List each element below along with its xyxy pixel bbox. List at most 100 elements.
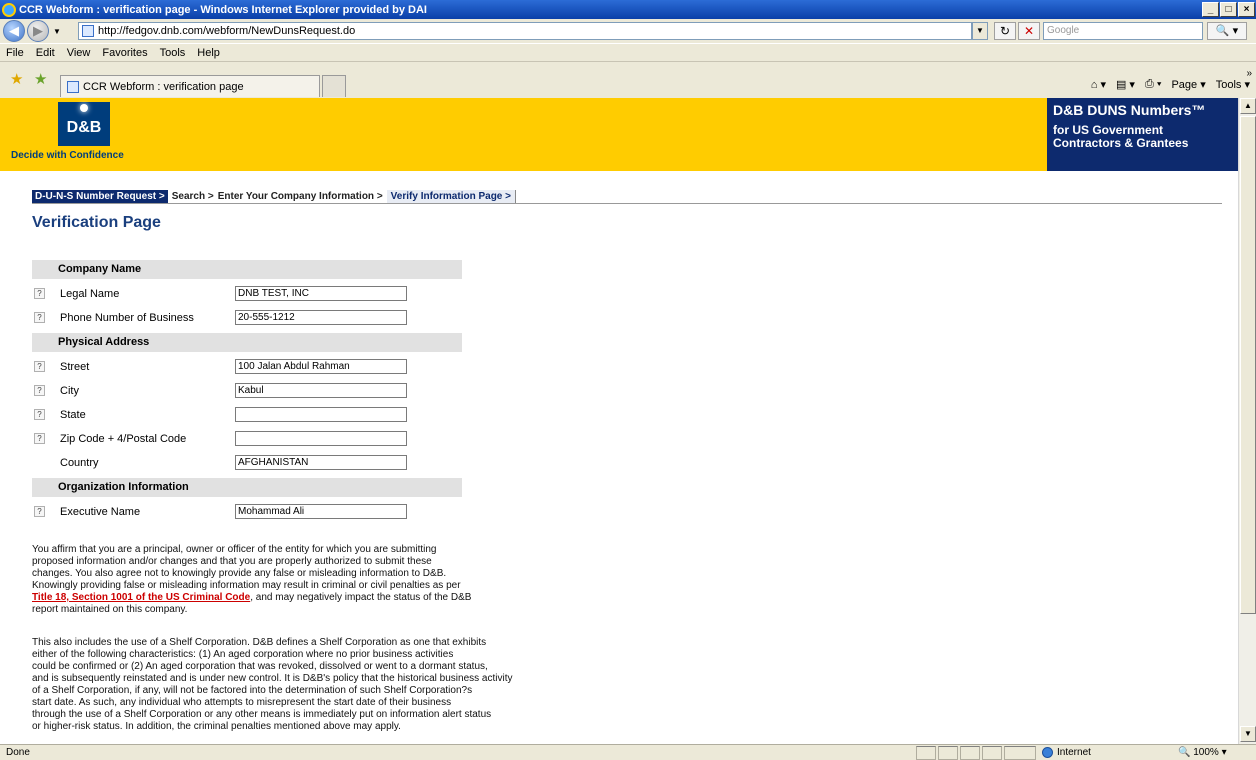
new-tab-button[interactable] bbox=[322, 75, 346, 97]
legal-name-field[interactable]: DNB TEST, INC bbox=[235, 286, 407, 301]
logo-spark-icon bbox=[80, 104, 88, 112]
header-banner: D&B Decide with Confidence D&B DUNS Numb… bbox=[0, 98, 1238, 171]
affirm-line: report maintained on this company. bbox=[32, 604, 188, 615]
menu-help[interactable]: Help bbox=[197, 47, 220, 59]
scroll-up-icon[interactable]: ▲ bbox=[1240, 98, 1256, 114]
maximize-button[interactable]: □ bbox=[1220, 2, 1237, 17]
phone-label: Phone Number of Business bbox=[60, 312, 194, 324]
title-bar: CCR Webform : verification page - Window… bbox=[0, 0, 1256, 19]
section-organization-info: Organization Information bbox=[32, 478, 462, 497]
scroll-down-icon[interactable]: ▼ bbox=[1240, 726, 1256, 742]
address-input[interactable]: http://fedgov.dnb.com/webform/NewDunsReq… bbox=[78, 22, 972, 40]
page-icon bbox=[82, 25, 94, 37]
breadcrumb-company-info[interactable]: Enter Your Company Information > bbox=[214, 190, 387, 203]
help-icon[interactable]: ? bbox=[34, 361, 45, 372]
menu-favorites[interactable]: Favorites bbox=[102, 47, 147, 59]
help-icon[interactable]: ? bbox=[34, 409, 45, 420]
city-label: City bbox=[60, 385, 79, 397]
forward-button[interactable]: ▶ bbox=[27, 20, 49, 42]
favorites-center-icon[interactable]: ★ bbox=[10, 70, 23, 88]
zip-field[interactable] bbox=[235, 431, 407, 446]
duns-title-box: D&B DUNS Numbers™ for US Government Cont… bbox=[1047, 98, 1238, 171]
chevron-right-icon[interactable]: » bbox=[1246, 68, 1252, 79]
shelf-line: and is subsequently reinstated and is un… bbox=[32, 673, 513, 684]
phone-field[interactable]: 20-555-1212 bbox=[235, 310, 407, 325]
executive-name-label: Executive Name bbox=[60, 506, 141, 518]
page-menu[interactable]: Page ▾ bbox=[1171, 78, 1205, 91]
zoom-level[interactable]: 🔍 100% ▾ bbox=[1178, 747, 1227, 758]
refresh-icon[interactable]: ↻ bbox=[994, 22, 1016, 40]
help-icon[interactable]: ? bbox=[34, 385, 45, 396]
address-url: http://fedgov.dnb.com/webform/NewDunsReq… bbox=[98, 25, 356, 37]
row-country: Country AFGHANISTAN bbox=[32, 454, 462, 478]
state-field[interactable] bbox=[235, 407, 407, 422]
menu-file[interactable]: File bbox=[6, 47, 24, 59]
globe-icon bbox=[1042, 747, 1053, 758]
row-street: ? Street 100 Jalan Abdul Rahman bbox=[32, 358, 462, 382]
shelf-line: through the use of a Shelf Corporation o… bbox=[32, 709, 492, 720]
feeds-icon[interactable]: ▤ ▾ bbox=[1116, 78, 1135, 91]
affirm-line: proposed information and/or changes and … bbox=[32, 556, 432, 567]
city-field[interactable]: Kabul bbox=[235, 383, 407, 398]
shelf-line: start date. As such, any individual who … bbox=[32, 697, 452, 708]
vertical-scrollbar[interactable]: ▲ ▼ bbox=[1238, 98, 1256, 744]
zoom-value: 100% bbox=[1193, 747, 1219, 758]
executive-name-field[interactable]: Mohammad Ali bbox=[235, 504, 407, 519]
back-button[interactable]: ◀ bbox=[3, 20, 25, 42]
close-button[interactable]: × bbox=[1238, 2, 1255, 17]
shelf-line: or higher-risk status. In addition, the … bbox=[32, 721, 401, 732]
breadcrumb: D-U-N-S Number Request > Search > Enter … bbox=[32, 189, 516, 203]
street-label: Street bbox=[60, 361, 90, 373]
street-field[interactable]: 100 Jalan Abdul Rahman bbox=[235, 359, 407, 374]
verification-form: Company Name ? Legal Name DNB TEST, INC … bbox=[32, 260, 462, 527]
menu-view[interactable]: View bbox=[67, 47, 91, 59]
print-icon[interactable]: ⎙ ▾ bbox=[1145, 78, 1161, 91]
tagline: Decide with Confidence bbox=[11, 150, 124, 161]
status-cell bbox=[982, 746, 1002, 760]
breadcrumb-verify: Verify Information Page > bbox=[386, 189, 516, 203]
status-cell bbox=[938, 746, 958, 760]
affirmation-paragraph: You affirm that you are a principal, own… bbox=[32, 544, 562, 616]
scroll-thumb[interactable] bbox=[1240, 116, 1256, 614]
zip-label: Zip Code + 4/Postal Code bbox=[60, 433, 187, 445]
breadcrumb-request[interactable]: D-U-N-S Number Request > bbox=[32, 189, 168, 203]
status-cell bbox=[1004, 746, 1036, 760]
address-dropdown-button[interactable]: ▼ bbox=[972, 22, 988, 40]
menu-tools[interactable]: Tools bbox=[160, 47, 186, 59]
add-favorite-icon[interactable]: ★ bbox=[34, 70, 47, 88]
command-bar: ⌂ ▾ ▤ ▾ ⎙ ▾ Page ▾ Tools ▾ » bbox=[1091, 68, 1252, 91]
search-input[interactable]: Google bbox=[1043, 22, 1203, 40]
country-field[interactable]: AFGHANISTAN bbox=[235, 455, 407, 470]
ie-icon bbox=[2, 2, 16, 17]
minimize-button[interactable]: _ bbox=[1202, 2, 1219, 17]
breadcrumb-divider bbox=[32, 203, 1222, 204]
shelf-line: of a Shelf Corporation, if any, will not… bbox=[32, 685, 473, 696]
help-icon[interactable]: ? bbox=[34, 288, 45, 299]
help-icon[interactable]: ? bbox=[34, 506, 45, 517]
search-button[interactable]: 🔍 ▾ bbox=[1207, 22, 1247, 40]
menu-edit[interactable]: Edit bbox=[36, 47, 55, 59]
criminal-code-link[interactable]: Title 18, Section 1001 of the US Crimina… bbox=[32, 592, 250, 603]
country-label: Country bbox=[60, 457, 99, 469]
page-title: Verification Page bbox=[32, 214, 161, 231]
help-icon[interactable]: ? bbox=[34, 312, 45, 323]
duns-subtitle-2: Contractors & Grantees bbox=[1053, 136, 1189, 150]
breadcrumb-search[interactable]: Search > bbox=[168, 190, 214, 203]
logo-text: D&B bbox=[66, 119, 102, 136]
browser-window: CCR Webform : verification page - Window… bbox=[0, 0, 1256, 760]
stop-icon[interactable]: ✕ bbox=[1018, 22, 1040, 40]
tools-menu[interactable]: Tools ▾ bbox=[1216, 78, 1250, 91]
duns-title: D&B DUNS Numbers™ bbox=[1053, 102, 1206, 118]
dnb-logo: D&B bbox=[58, 102, 110, 146]
shelf-line: either of the following characteristics:… bbox=[32, 649, 454, 660]
legal-name-label: Legal Name bbox=[60, 288, 120, 300]
help-icon[interactable]: ? bbox=[34, 433, 45, 444]
security-zone[interactable]: Internet bbox=[1042, 747, 1091, 758]
row-zip: ? Zip Code + 4/Postal Code bbox=[32, 430, 462, 454]
tab-ccr-webform[interactable]: CCR Webform : verification page bbox=[60, 75, 320, 97]
history-dropdown-icon[interactable]: ▼ bbox=[53, 27, 61, 36]
home-icon[interactable]: ⌂ ▾ bbox=[1091, 78, 1106, 91]
row-city: ? City Kabul bbox=[32, 382, 462, 406]
section-physical-address: Physical Address bbox=[32, 333, 462, 352]
status-cell bbox=[960, 746, 980, 760]
